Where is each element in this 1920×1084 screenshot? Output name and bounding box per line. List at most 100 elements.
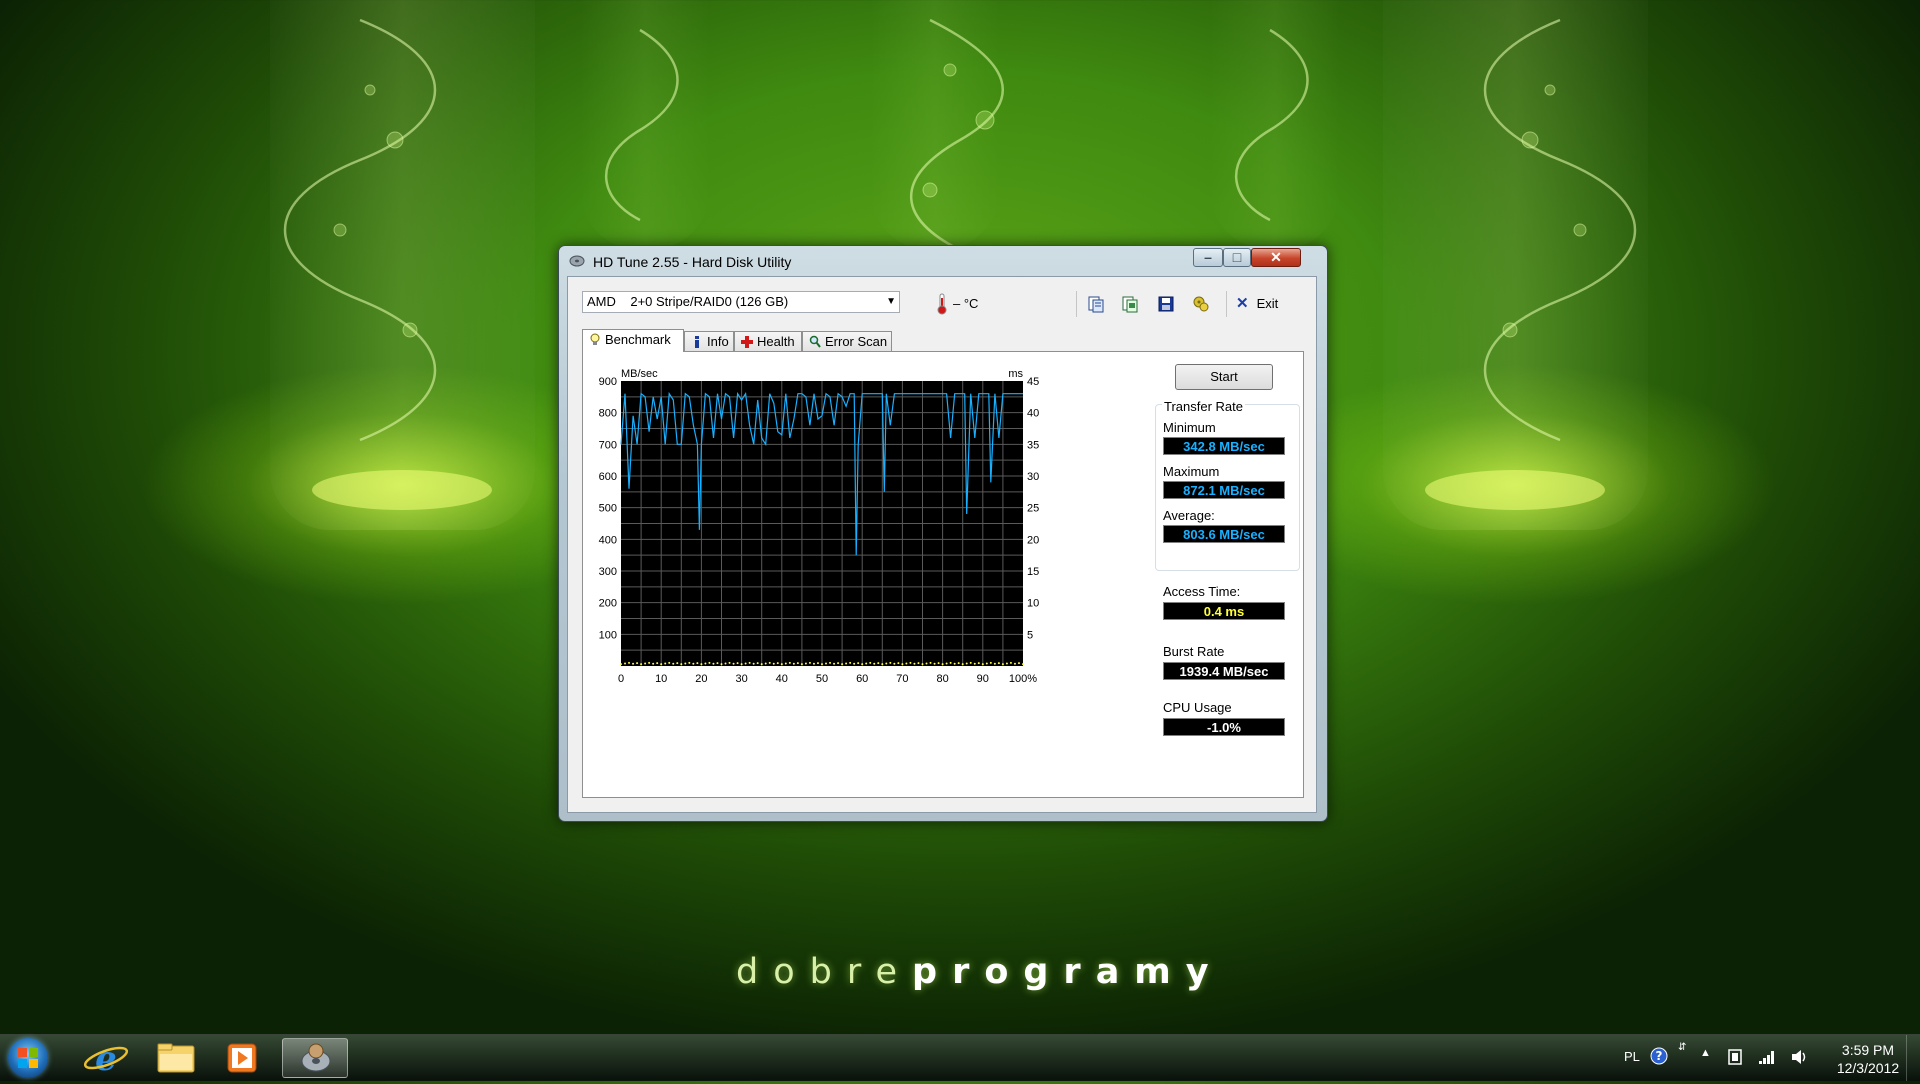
access-time-point: [893, 662, 896, 665]
y-tick-label-right: 40: [1027, 408, 1039, 420]
y-tick-label-right: 45: [1027, 376, 1039, 388]
y-tick-label-left: 200: [599, 598, 617, 610]
access-time-point: [668, 661, 671, 664]
access-time-point: [965, 662, 968, 665]
access-time-point: [885, 662, 888, 665]
show-desktop-button[interactable]: [1906, 1035, 1920, 1081]
access-time-point: [784, 662, 787, 665]
access-time-point: [873, 662, 876, 665]
exit-button[interactable]: ✕ Exit: [1236, 293, 1278, 315]
copy-text-icon[interactable]: [1085, 293, 1107, 315]
exit-icon: ✕: [1236, 295, 1249, 312]
language-indicator[interactable]: PL: [1624, 1049, 1640, 1064]
access-time-point: [632, 662, 635, 665]
close-button[interactable]: ✕: [1251, 248, 1301, 267]
y-tick-label-right: 20: [1027, 534, 1039, 546]
media-player-icon[interactable]: [214, 1038, 270, 1078]
volume-icon[interactable]: [1790, 1048, 1810, 1066]
minimize-button[interactable]: –: [1193, 248, 1223, 267]
hdtune-app-icon: [569, 255, 585, 267]
access-time-point: [997, 662, 1000, 665]
access-time-point: [768, 661, 771, 664]
help-icon[interactable]: ?: [1650, 1047, 1668, 1065]
lightbulb-icon: [590, 333, 600, 345]
access-time-point: [656, 662, 659, 665]
access-time-point: [889, 661, 892, 664]
start-button[interactable]: Start: [1175, 364, 1273, 390]
svg-text:?: ?: [1656, 1049, 1663, 1063]
y-tick-label-right: 35: [1027, 439, 1039, 451]
access-time-point: [989, 661, 992, 664]
svg-text:e: e: [95, 1039, 117, 1078]
x-tick-label: 0: [618, 673, 624, 685]
temperature-readout: – °C: [953, 296, 979, 311]
access-time-point: [973, 662, 976, 665]
access-time-point: [1022, 663, 1024, 666]
start-button[interactable]: [8, 1038, 48, 1078]
access-time-point: [684, 662, 687, 665]
transfer-rate-chart: 1002003004005006007008009005101520253035…: [599, 368, 1040, 685]
tab-info[interactable]: Info: [684, 331, 734, 351]
file-explorer-icon[interactable]: [148, 1038, 204, 1078]
access-time-point: [845, 662, 848, 665]
transfer-rate-heading: Transfer Rate: [1162, 399, 1245, 414]
burst-rate-label: Burst Rate: [1163, 644, 1225, 659]
access-time-point: [752, 662, 755, 665]
access-time-point: [857, 662, 860, 665]
language-options-icon[interactable]: ⇵: [1678, 1043, 1686, 1053]
average-label: Average:: [1163, 508, 1215, 523]
access-time-point: [664, 662, 667, 665]
options-icon[interactable]: [1190, 293, 1212, 315]
y-tick-label-right: 10: [1027, 598, 1039, 610]
access-time-point: [816, 662, 819, 665]
brand-bold: programy: [912, 952, 1224, 992]
access-time-point: [953, 662, 956, 665]
y-tick-label-left: 800: [599, 408, 617, 420]
y-tick-label-left: 100: [599, 629, 617, 641]
tab-label: Health: [757, 334, 795, 349]
access-time-point: [704, 662, 707, 665]
system-clock[interactable]: 3:59 PM 12/3/2012: [1828, 1041, 1908, 1077]
drive-select[interactable]: AMD 2+0 Stripe/RAID0 (126 GB) ▼: [582, 291, 900, 313]
access-time-point: [660, 663, 663, 666]
internet-explorer-icon[interactable]: e: [78, 1038, 134, 1078]
title-bar[interactable]: HD Tune 2.55 - Hard Disk Utility – □ ✕: [559, 246, 1327, 276]
tab-health[interactable]: Health: [734, 331, 802, 351]
y-tick-label-left: 900: [599, 376, 617, 388]
access-time-point: [624, 662, 627, 665]
access-time-point: [969, 661, 972, 664]
network-icon[interactable]: [1758, 1048, 1776, 1066]
access-time-point: [853, 662, 856, 665]
x-tick-label: 70: [896, 673, 908, 685]
clock-time: 3:59 PM: [1841, 1042, 1895, 1058]
copy-screen-icon[interactable]: [1119, 293, 1141, 315]
maximize-button[interactable]: □: [1223, 248, 1251, 267]
access-time-point: [728, 661, 731, 664]
window-title: HD Tune 2.55 - Hard Disk Utility: [593, 254, 792, 270]
toolbar-separator: [1226, 291, 1227, 317]
access-time-point: [905, 662, 908, 665]
wallpaper-brand: dobreprogramy: [736, 952, 1224, 996]
access-time-point: [692, 662, 695, 665]
access-time-point: [1013, 662, 1016, 665]
access-time-point: [933, 662, 936, 665]
hdtune-taskbar-button[interactable]: [282, 1038, 348, 1078]
access-time-point: [961, 663, 964, 666]
show-hidden-icons-icon[interactable]: ▲: [1700, 1047, 1711, 1059]
access-time-point: [652, 662, 655, 665]
tab-error-scan[interactable]: Error Scan: [802, 331, 892, 351]
access-time-point: [776, 662, 779, 665]
toolbar-separator: [1076, 291, 1077, 317]
access-time-value: 0.4 ms: [1163, 602, 1285, 620]
action-center-icon[interactable]: [1726, 1048, 1744, 1066]
y-tick-label-left: 300: [599, 566, 617, 578]
tab-benchmark[interactable]: Benchmark: [582, 329, 684, 352]
access-time-point: [941, 663, 944, 666]
minimum-label: Minimum: [1163, 420, 1216, 435]
hdtune-window: HD Tune 2.55 - Hard Disk Utility – □ ✕ A…: [558, 245, 1328, 822]
save-icon[interactable]: [1155, 293, 1177, 315]
access-time-point: [865, 662, 868, 665]
access-time-point: [877, 662, 880, 665]
access-time-point: [712, 662, 715, 665]
y-tick-label-right: 30: [1027, 471, 1039, 483]
